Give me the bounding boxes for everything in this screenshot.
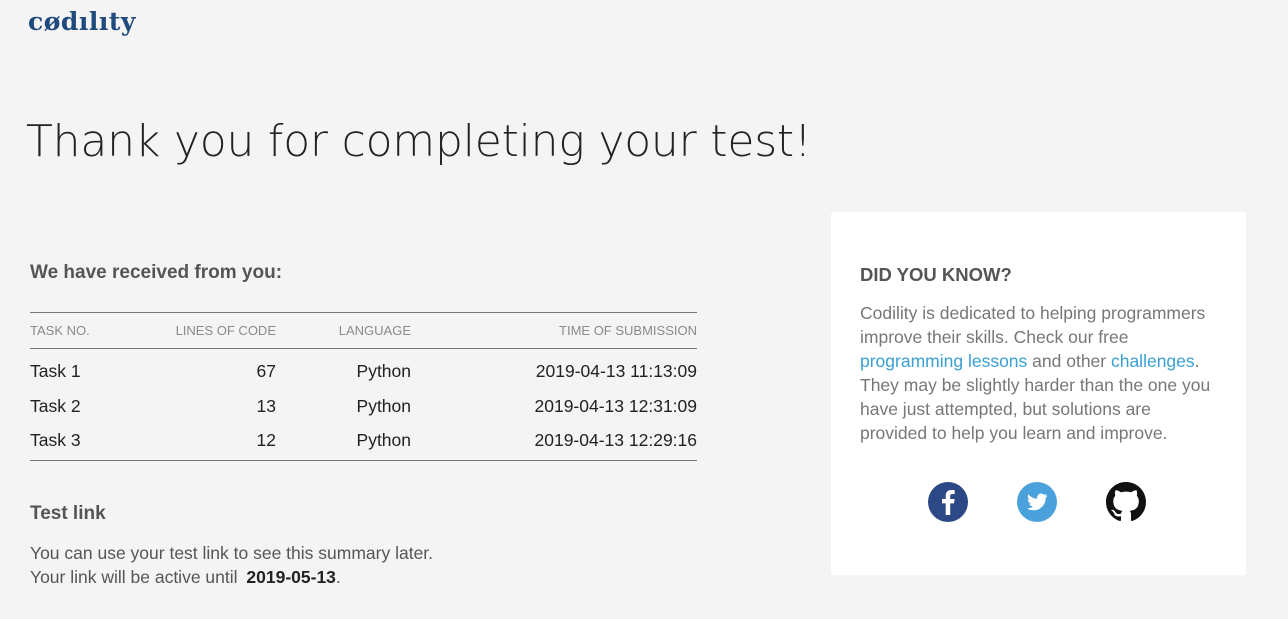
test-link-description: You can use your test link to see this s… — [30, 541, 697, 589]
column-header-language: LANGUAGE — [276, 312, 411, 349]
task-cell: Task 2 — [30, 396, 81, 416]
expiry-suffix: . — [335, 567, 341, 587]
language-cell: Python — [356, 429, 411, 450]
text-part-2: and other — [1027, 351, 1111, 371]
table-row: Task 2 13 Python 2019-04-13 12:31:09 — [30, 389, 697, 425]
time-cell: 2019-04-13 12:31:09 — [534, 396, 698, 416]
lines-cell: 13 — [256, 396, 276, 416]
github-icon[interactable] — [1106, 482, 1146, 522]
task-cell: Task 1 — [30, 361, 81, 382]
time-cell: 2019-04-13 12:29:16 — [534, 429, 698, 450]
test-link-line1: You can use your test link to see this s… — [30, 543, 434, 563]
did-you-know-card: DID YOU KNOW? Codility is dedicated to h… — [831, 212, 1246, 575]
task-cell: Task 3 — [30, 429, 81, 450]
column-header-time: TIME OF SUBMISSION — [411, 312, 697, 349]
did-you-know-text: Codility is dedicated to helping program… — [860, 301, 1218, 445]
did-you-know-title: DID YOU KNOW? — [860, 264, 1012, 285]
social-links — [928, 482, 1146, 522]
text-part-1: Codility is dedicated to helping program… — [860, 303, 1206, 347]
expiry-date: 2019-05-13 — [246, 567, 336, 587]
language-cell: Python — [356, 361, 411, 382]
lines-cell: 67 — [256, 361, 276, 382]
column-header-task: TASK NO. — [30, 312, 140, 349]
programming-lessons-link[interactable]: programming lessons — [860, 351, 1027, 371]
submission-summary: We have received from you: TASK NO. LINE… — [30, 262, 697, 589]
column-header-lines: LINES OF CODE — [140, 312, 276, 349]
table-header-row: TASK NO. LINES OF CODE LANGUAGE TIME OF … — [30, 312, 697, 349]
facebook-icon[interactable] — [928, 482, 968, 522]
lines-cell: 12 — [256, 429, 276, 450]
language-cell: Python — [356, 396, 411, 416]
codility-logo[interactable]: cødılıty — [28, 7, 136, 36]
test-link-line2: Your link will be active until 2019-05-1… — [30, 565, 697, 589]
table-row: Task 1 67 Python 2019-04-13 11:13:09 — [30, 349, 697, 389]
submissions-table: TASK NO. LINES OF CODE LANGUAGE TIME OF … — [30, 312, 697, 461]
expiry-prefix: Your link will be active until — [30, 567, 238, 587]
table-row: Task 3 12 Python 2019-04-13 12:29:16 — [30, 425, 697, 461]
time-cell: 2019-04-13 11:13:09 — [535, 361, 697, 382]
test-link-title: Test link — [30, 503, 106, 524]
received-title: We have received from you: — [30, 262, 283, 283]
page-title: Thank you for completing your test! — [26, 116, 812, 167]
challenges-link[interactable]: challenges — [1111, 351, 1195, 371]
twitter-icon[interactable] — [1017, 482, 1057, 522]
